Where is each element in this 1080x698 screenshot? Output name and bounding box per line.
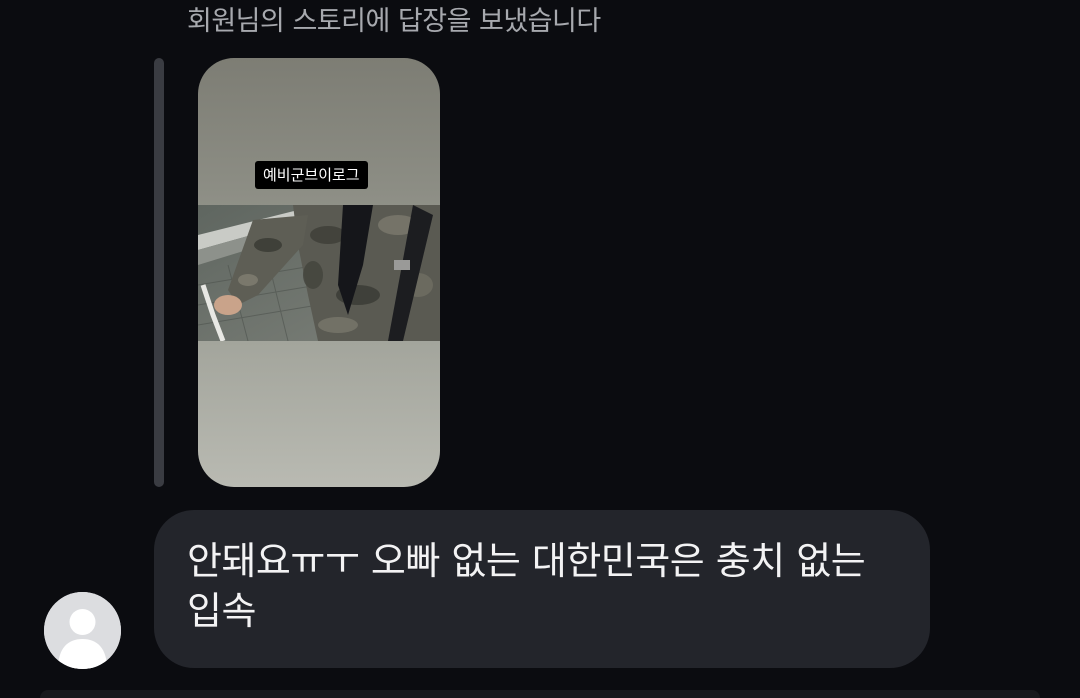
next-message-edge: [40, 690, 1040, 698]
story-caption: 예비군브이로그: [255, 161, 368, 189]
user-silhouette-icon: [44, 592, 121, 669]
story-preview-card[interactable]: 예비군브이로그: [198, 58, 440, 487]
message-text: 안돼요ㅠㅜ 오빠 없는 대한민국은 충치 없는 입속: [187, 539, 866, 633]
story-photo-illustration: [198, 205, 440, 341]
quote-bar: [154, 58, 164, 487]
dm-conversation-view: 회원님의 스토리에 답장을 보냈습니다 예비군브이로그 안돼요ㅠㅜ 오빠 없는 …: [0, 0, 1080, 698]
story-photo: [198, 205, 440, 341]
default-user-avatar-icon[interactable]: [44, 592, 121, 669]
story-reply-notice: 회원님의 스토리에 답장을 보냈습니다: [187, 6, 601, 37]
message-bubble[interactable]: 안돼요ㅠㅜ 오빠 없는 대한민국은 충치 없는 입속: [154, 510, 930, 668]
